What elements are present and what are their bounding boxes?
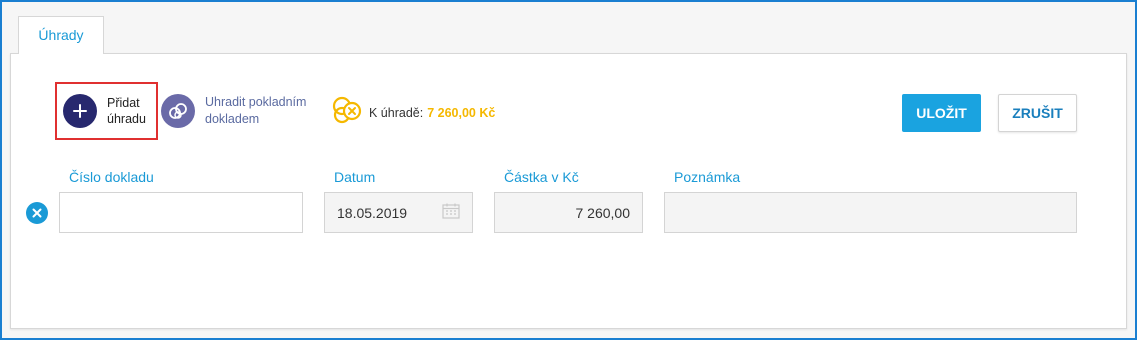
pay-by-cash-document-button[interactable]: Uhradit pokladním dokladem — [161, 94, 325, 128]
amount-value: 7 260,00 — [575, 204, 631, 221]
cash-register-icon — [161, 94, 195, 128]
amount-header: Částka v Kč — [504, 169, 579, 185]
amount-field[interactable]: 7 260,00 — [494, 192, 643, 233]
doc-number-header: Číslo dokladu — [69, 169, 154, 185]
add-payment-label-line2: úhradu — [107, 112, 146, 126]
amount-due-label: K úhradě: — [369, 105, 424, 120]
pay-label-line2: dokladem — [205, 112, 260, 126]
date-field[interactable]: 18.05.2019 — [324, 192, 473, 233]
add-payment-label: Přidat úhradu — [107, 95, 146, 127]
doc-number-field[interactable] — [59, 192, 303, 233]
plus-icon — [63, 94, 97, 128]
payments-panel: Přidat úhradu Uhradit pokladním dokladem — [10, 53, 1127, 329]
pay-by-cash-document-label: Uhradit pokladním dokladem — [205, 94, 325, 128]
save-button[interactable]: ULOŽIT — [902, 94, 981, 132]
app-frame: Úhrady Přidat úhradu Uhradit pokladním d… — [2, 2, 1135, 338]
calendar-icon[interactable] — [442, 203, 460, 222]
pay-label-line1: Uhradit pokladním — [205, 95, 307, 109]
add-payment-label-line1: Přidat — [107, 96, 140, 110]
coins-icon — [331, 94, 363, 131]
amount-due: K úhradě: 7 260,00 Kč — [331, 94, 495, 131]
date-header: Datum — [334, 169, 376, 185]
note-field[interactable] — [664, 192, 1077, 233]
tab-uhrady[interactable]: Úhrady — [18, 16, 104, 54]
cancel-button[interactable]: ZRUŠIT — [998, 94, 1077, 132]
note-header: Poznámka — [674, 169, 741, 185]
add-payment-button[interactable]: Přidat úhradu — [55, 82, 158, 140]
date-value: 18.05.2019 — [337, 204, 408, 221]
close-icon[interactable] — [26, 202, 48, 224]
amount-due-value: 7 260,00 Kč — [427, 105, 496, 120]
